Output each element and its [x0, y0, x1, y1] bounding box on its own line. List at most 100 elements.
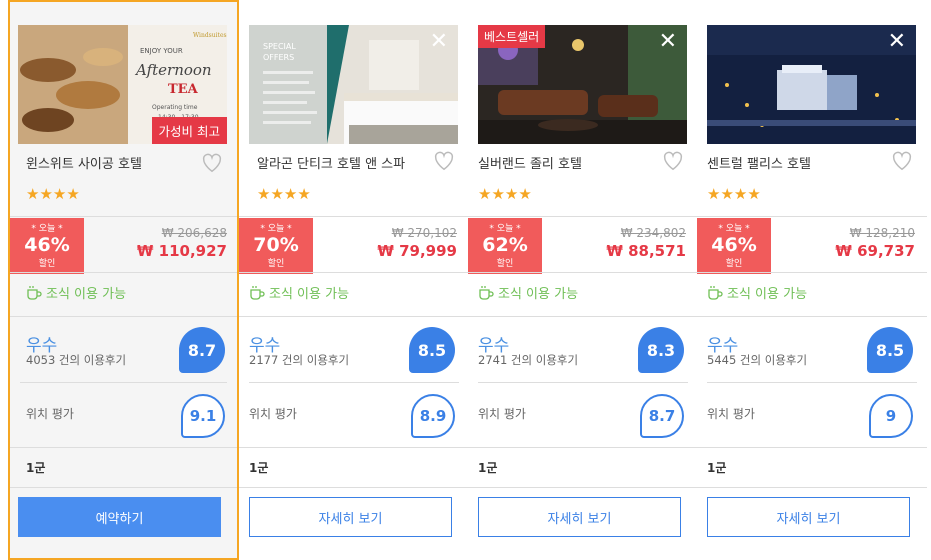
- discount-unit: 할인: [496, 259, 514, 269]
- divider: [10, 272, 237, 273]
- divider: [239, 316, 469, 317]
- coffee-cup-icon: [479, 285, 494, 300]
- discount-percent: 62%: [482, 234, 528, 256]
- heart-icon[interactable]: [433, 150, 455, 172]
- discount-tag: * 오늘 * 62% 할인: [468, 218, 542, 274]
- breakfast-info: 조식 이용 가능: [249, 283, 349, 302]
- divider: [707, 382, 917, 383]
- photo-line4: Operating time: [152, 104, 198, 111]
- location-rating-label: 위치 평가: [707, 407, 755, 421]
- breakfast-label: 조식 이용 가능: [727, 287, 808, 302]
- original-price: ₩ 234,802: [620, 226, 686, 240]
- hotel-card-list: Windsuites ENJOY YOUR Afternoon TEA Oper…: [0, 0, 931, 560]
- divider: [10, 216, 237, 217]
- divider: [468, 487, 698, 488]
- review-count[interactable]: 2177 건의 이용후기: [249, 352, 349, 368]
- divider: [20, 382, 227, 383]
- hotel-photo[interactable]: 베스트셀러 ✕: [478, 25, 687, 144]
- photo-line3: TEA: [168, 82, 199, 97]
- close-icon[interactable]: ✕: [659, 31, 677, 53]
- heart-icon[interactable]: [662, 150, 684, 172]
- hotel-name[interactable]: 알라곤 단티크 호텔 앤 스파: [257, 153, 405, 172]
- hotel-name[interactable]: 윈스위트 사이공 호텔: [26, 153, 142, 172]
- photo-line2: OFFERS: [263, 53, 294, 62]
- sale-price: ₩ 88,571: [606, 242, 686, 260]
- star-rating: ★★★★: [26, 185, 80, 203]
- hotel-name[interactable]: 실버랜드 졸리 호텔: [478, 153, 582, 172]
- hotel-card[interactable]: 베스트셀러 ✕ 실버랜드 졸리 호텔 ★★★★ * 오늘 * 62% 할인 ₩ …: [468, 0, 698, 560]
- photo-line2: Afternoon: [134, 61, 212, 79]
- hotel-photo[interactable]: ✕: [707, 25, 916, 144]
- original-price: ₩ 206,628: [161, 226, 227, 240]
- review-count[interactable]: 2741 건의 이용후기: [478, 352, 578, 368]
- district-label: 1군: [707, 461, 727, 475]
- divider: [697, 447, 927, 448]
- coffee-cup-icon: [27, 285, 42, 300]
- photo-line1: ENJOY YOUR: [140, 47, 183, 55]
- divider: [239, 487, 469, 488]
- review-count[interactable]: 5445 건의 이용후기: [707, 352, 807, 368]
- divider: [239, 272, 469, 273]
- district-label: 1군: [26, 461, 46, 475]
- discount-tag: * 오늘 * 70% 할인: [239, 218, 313, 274]
- hotel-card[interactable]: Windsuites ENJOY YOUR Afternoon TEA Oper…: [8, 0, 239, 560]
- location-score-badge: 8.7: [640, 394, 684, 438]
- coffee-cup-icon: [708, 285, 723, 300]
- hotel-photo[interactable]: Windsuites ENJOY YOUR Afternoon TEA Oper…: [18, 25, 227, 144]
- divider: [239, 216, 469, 217]
- bestseller-badge: 베스트셀러: [478, 25, 546, 48]
- location-rating-label: 위치 평가: [478, 407, 526, 421]
- divider: [468, 447, 698, 448]
- hotel-room-photo: SPECIAL OFFERS: [249, 25, 458, 144]
- discount-percent: 46%: [24, 234, 70, 256]
- close-icon[interactable]: ✕: [888, 31, 906, 53]
- discount-unit: 할인: [38, 259, 56, 269]
- divider: [10, 487, 237, 488]
- divider: [10, 447, 237, 448]
- location-rating-label: 위치 평가: [249, 407, 297, 421]
- close-icon[interactable]: ✕: [430, 31, 448, 53]
- value-badge: 가성비 최고: [151, 117, 227, 144]
- breakfast-label: 조식 이용 가능: [269, 287, 350, 302]
- divider: [697, 316, 927, 317]
- star-rating: ★★★★: [707, 185, 761, 203]
- location-rating-label: 위치 평가: [26, 407, 74, 421]
- discount-label: * 오늘 *: [489, 224, 521, 234]
- location-score-badge: 9.1: [181, 394, 225, 438]
- review-count[interactable]: 4053 건의 이용후기: [26, 352, 126, 368]
- discount-label: * 오늘 *: [31, 224, 63, 234]
- breakfast-info: 조식 이용 가능: [478, 283, 578, 302]
- discount-unit: 할인: [267, 259, 285, 269]
- divider: [10, 316, 237, 317]
- divider: [249, 382, 459, 383]
- review-score-badge: 8.5: [409, 327, 455, 373]
- city-night-photo: [707, 25, 916, 144]
- details-button[interactable]: 자세히 보기: [707, 497, 910, 537]
- discount-percent: 70%: [253, 234, 299, 256]
- details-button[interactable]: 자세히 보기: [478, 497, 681, 537]
- hotel-photo[interactable]: SPECIAL OFFERS ✕: [249, 25, 458, 144]
- location-score-badge: 8.9: [411, 394, 455, 438]
- divider: [468, 272, 698, 273]
- review-score-badge: 8.3: [638, 327, 684, 373]
- photo-line1: SPECIAL: [263, 42, 296, 51]
- hotel-name[interactable]: 센트럴 팰리스 호텔: [707, 153, 811, 172]
- review-score-badge: 8.7: [179, 327, 225, 373]
- discount-tag: * 오늘 * 46% 할인: [10, 218, 84, 274]
- hotel-card[interactable]: SPECIAL OFFERS ✕ 알라곤 단티크 호텔 앤 스파 ★★★★ * …: [239, 0, 469, 560]
- book-button[interactable]: 예약하기: [18, 497, 221, 537]
- original-price: ₩ 128,210: [849, 226, 915, 240]
- discount-unit: 할인: [725, 259, 743, 269]
- heart-icon[interactable]: [891, 150, 913, 172]
- divider: [468, 316, 698, 317]
- heart-icon[interactable]: [201, 152, 223, 174]
- original-price: ₩ 270,102: [391, 226, 457, 240]
- discount-label: * 오늘 *: [260, 224, 292, 234]
- location-score-badge: 9: [869, 394, 913, 438]
- star-rating: ★★★★: [257, 185, 311, 203]
- star-rating: ★★★★: [478, 185, 532, 203]
- breakfast-info: 조식 이용 가능: [707, 283, 807, 302]
- review-score-badge: 8.5: [867, 327, 913, 373]
- hotel-card[interactable]: ✕ 센트럴 팰리스 호텔 ★★★★ * 오늘 * 46% 할인 ₩ 128,21…: [697, 0, 927, 560]
- details-button[interactable]: 자세히 보기: [249, 497, 452, 537]
